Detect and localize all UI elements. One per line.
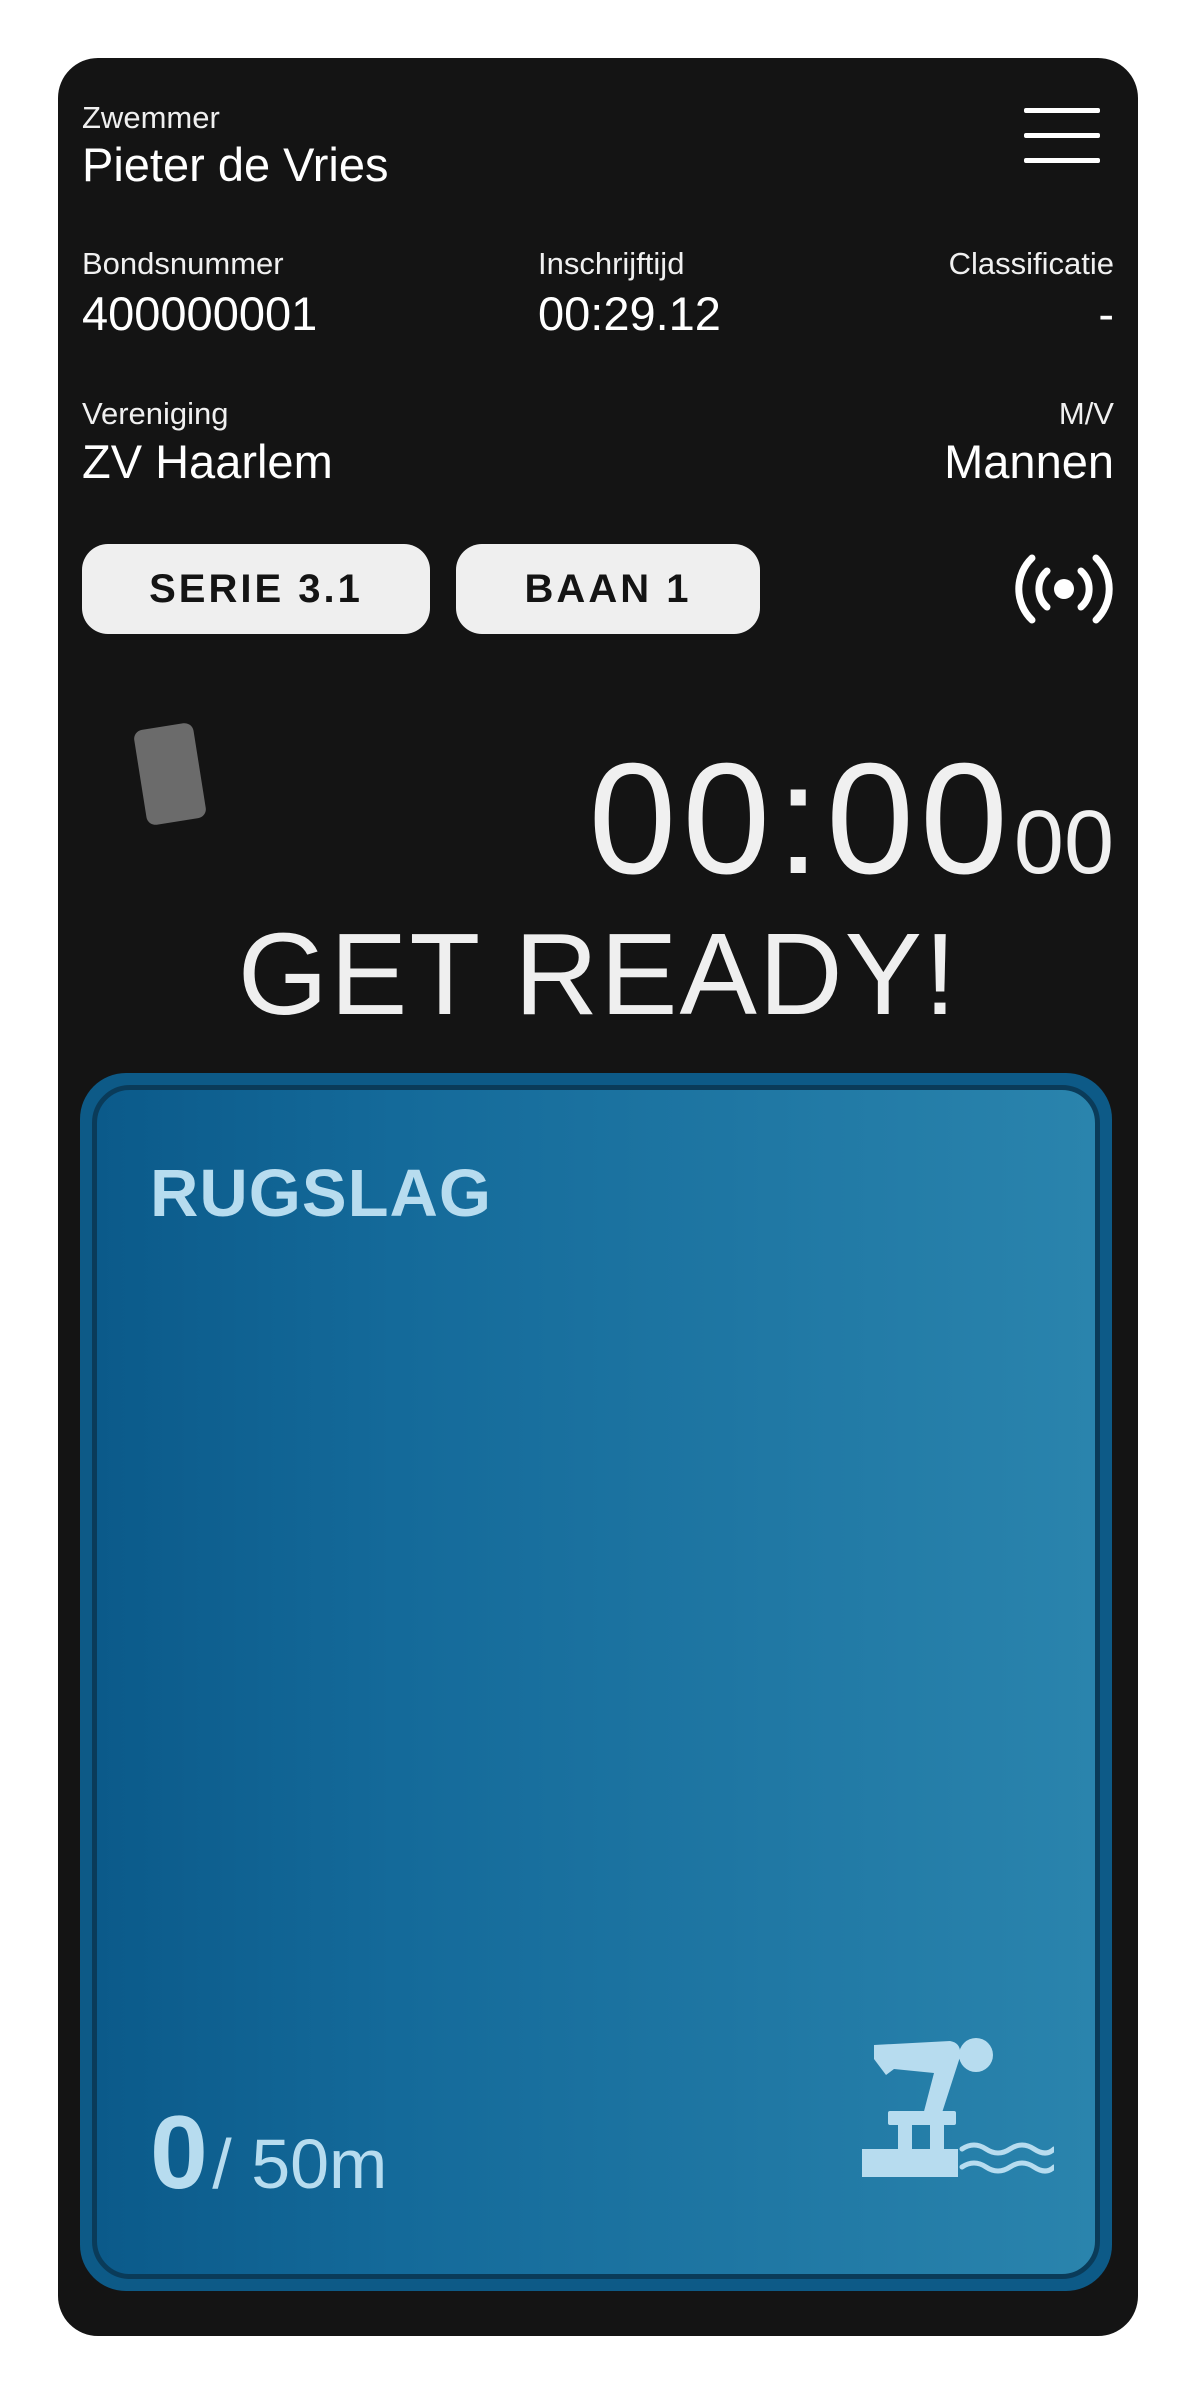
swimmer-start-block-icon (858, 2031, 1057, 2179)
timer-main: 00:00 (588, 731, 1014, 907)
bondsnummer-value: 400000001 (82, 287, 318, 340)
status-message: GET READY! (237, 909, 959, 1039)
gender-value: Mannen (944, 435, 1114, 488)
stroke-title: RUGSLAG (150, 1156, 492, 1231)
app-screen: Zwemmer Pieter de Vries Bondsnummer 4000… (58, 58, 1138, 2336)
classificatie-value: - (1098, 287, 1114, 340)
vereniging-label: Vereniging (82, 396, 229, 431)
gender-label: M/V (1058, 396, 1114, 431)
inschrijftijd-value: 00:29.12 (538, 287, 721, 340)
timer-hundredths: 00 (1013, 793, 1114, 893)
bondsnummer-label: Bondsnummer (82, 246, 284, 281)
vereniging-value: ZV Haarlem (82, 435, 333, 488)
serie-button[interactable]: SERIE 3.1 (82, 544, 430, 634)
menu-button[interactable] (1024, 108, 1100, 166)
swimmer-name: Pieter de Vries (82, 138, 389, 191)
distance-counter: 0 / 50m (150, 2101, 387, 2205)
broadcast-signal-icon[interactable] (1014, 553, 1114, 625)
card-icon (128, 720, 208, 828)
swimmer-label: Zwemmer (82, 100, 220, 135)
lengths-count: 0 (150, 2095, 208, 2211)
inschrijftijd-label: Inschrijftijd (538, 246, 685, 281)
classificatie-label: Classificatie (948, 246, 1114, 281)
baan-button[interactable]: BAAN 1 (456, 544, 760, 634)
race-timer: 00:0000 (538, 740, 1115, 908)
distance-total: / 50m (212, 2125, 388, 2203)
